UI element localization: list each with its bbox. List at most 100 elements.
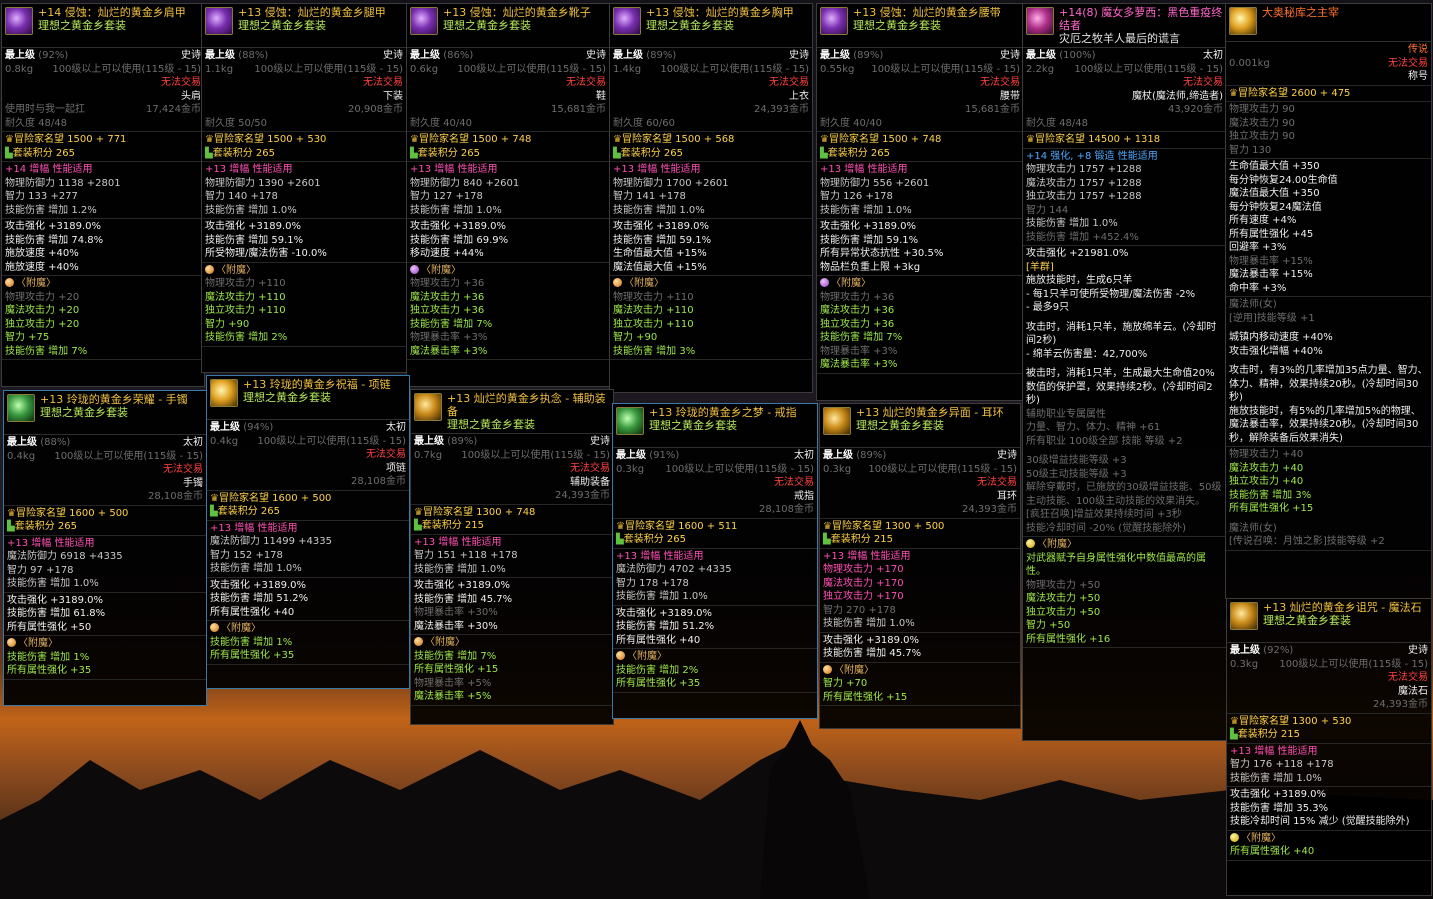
stat: 魔法攻击力 +40: [1229, 462, 1304, 474]
slot: 上衣: [789, 90, 809, 102]
stat: 魔法防御力 4702 +4335: [616, 564, 732, 575]
price: 28,108金币: [148, 491, 203, 502]
set-icon: ▙: [1230, 729, 1238, 740]
trade-status: 无法交易: [570, 463, 610, 474]
stat: 独立攻击力 +110: [205, 305, 286, 316]
stat: 所有属性强化 +35: [210, 650, 295, 661]
enchant-icon: [210, 623, 219, 632]
crown-icon: ♛: [410, 134, 419, 145]
stat: 魔法师(女): [1229, 299, 1277, 310]
stat: 所有属性强化 +16: [1026, 633, 1111, 645]
stat: 技能伤害 增加 69.9%: [410, 234, 509, 246]
item-name: +13 灿烂的黄金乡诅咒 - 魔法石: [1263, 601, 1422, 614]
enchant-icon: [1026, 539, 1035, 548]
belt-icon: [820, 7, 848, 35]
stat: 智力 141 +178: [613, 191, 686, 202]
slot: 项链: [386, 462, 406, 474]
level-req: 100级以上可以使用(115级 - 15): [52, 63, 201, 75]
item-card-necklace[interactable]: +13 玲珑的黄金乡祝福 - 项链 理想之黄金乡套装 最上级 (94%) 太初 0.…: [206, 375, 410, 689]
item-card-title[interactable]: 大奥秘库之主宰 传说 0.001kg 无法交易 称号 ♛冒险家名望 2600 + …: [1225, 3, 1432, 599]
stat: 技能伤害 增加 45.7%: [414, 593, 513, 605]
grade-pct: (89%): [447, 436, 478, 447]
item-card-support[interactable]: +13 灿烂的黄金乡执念 - 辅助装备 理想之黄金乡套装 最上级 (89%) 史诗 …: [410, 389, 614, 725]
renown: 冒险家名望 1500 + 530: [213, 134, 327, 145]
item-name: +14(8) 魔女多萝西：黑色重疫终结者: [1059, 6, 1223, 32]
rarity: 史诗: [586, 50, 606, 61]
stat: 物理攻击力 +110: [613, 291, 694, 303]
stat: 技能伤害 增加 1.0%: [410, 204, 502, 216]
grade: 最上级: [410, 50, 440, 61]
amp-line: +13 增幅 性能适用: [616, 550, 704, 562]
item-subtitle: 灾厄之牧羊人最后的谎言: [1059, 32, 1180, 45]
option: - 最多9只: [1026, 302, 1070, 313]
stat: 魔法防御力 11499 +4335: [210, 536, 332, 547]
grade-pct: (89%): [646, 50, 677, 61]
weight: 2.2kg: [1026, 63, 1055, 75]
note: 使用时与我一起扛: [5, 104, 85, 115]
enchant-title: 〈附魔〉: [1241, 832, 1281, 844]
item-card-earring[interactable]: +13 灿烂的黄金乡异面 - 耳环 理想之黄金乡套装 最上级 (89%) 史诗 0.…: [819, 403, 1021, 729]
item-card-legs[interactable]: +13 侵蚀：灿烂的黄金乡腿甲 理想之黄金乡套装 最上级 (88%) 史诗 1.1k…: [201, 3, 407, 373]
weight: 1.1kg: [205, 63, 234, 75]
stat: 对武器赋予自身属性强化中数值最高的属性。: [1026, 552, 1206, 578]
renown: 冒险家名望 2600 + 475: [1237, 87, 1351, 99]
grade-pct: (94%): [243, 422, 274, 433]
renown: 冒险家名望 1600 + 500: [218, 492, 332, 504]
stat: 攻击强化 +3189.0%: [414, 580, 511, 591]
stat: 物理暴击率 +3%: [820, 345, 898, 357]
set-icon: ▙: [410, 147, 418, 159]
set-icon: ▙: [823, 534, 831, 545]
stat: 魔法暴击率 +5%: [414, 691, 492, 702]
title-icon: [1229, 7, 1257, 35]
crown-icon: ♛: [205, 134, 214, 145]
durability: 耐久度 48/48: [1026, 117, 1088, 129]
crown-icon: ♛: [210, 492, 219, 504]
trade-status: 无法交易: [1388, 672, 1428, 683]
item-card-chest[interactable]: +13 侵蚀：灿烂的黄金乡胸甲 理想之黄金乡套装 最上级 (89%) 史诗 1.4k…: [609, 3, 813, 393]
stat: 命中率 +3%: [1229, 282, 1287, 294]
item-card-shoulder[interactable]: +14 侵蚀：灿烂的黄金乡肩甲 理想之黄金乡套装 最上级 (92%) 史诗 0.8…: [1, 3, 205, 387]
item-card-bracelet[interactable]: +13 玲珑的黄金乡荣耀 - 手镯 理想之黄金乡套装 最上级 (88%) 太初 0.…: [3, 390, 207, 706]
item-card-magic-stone[interactable]: +13 灿烂的黄金乡诅咒 - 魔法石 理想之黄金乡套装 最上级 (92%) 史诗 0…: [1226, 598, 1432, 896]
enchant-icon: [613, 278, 622, 287]
crown-icon: ♛: [5, 134, 14, 145]
rarity: 史诗: [383, 50, 403, 61]
weight: 0.6kg: [410, 63, 439, 75]
set-score: 套装积分 265: [14, 521, 77, 532]
item-card-shoes[interactable]: +13 侵蚀：灿烂的黄金乡靴子 理想之黄金乡套装 最上级 (86%) 史诗 0.6k…: [406, 3, 610, 387]
grade: 最上级: [1230, 645, 1260, 656]
stat: 智力 +90: [613, 332, 658, 343]
stat: 技能伤害 增加 1%: [210, 636, 293, 648]
option: [疯狂召唤]增益效果持续时间 +3秒: [1026, 509, 1182, 520]
stat: 独立攻击力 +110: [613, 318, 694, 330]
rarity: 史诗: [789, 50, 809, 61]
stat: 技能伤害 增加 59.1%: [820, 234, 919, 246]
set-score: 套装积分 265: [217, 506, 280, 517]
item-name: +14 侵蚀：灿烂的黄金乡肩甲: [38, 6, 186, 19]
slot: 魔杖(魔法师,缔造者): [1132, 90, 1223, 102]
stat: 智力 270 +178: [823, 604, 896, 616]
option: 50级主动技能等级 +3: [1026, 468, 1127, 480]
amp-line: +14 强化, +8 锻造 性能适用: [1026, 150, 1158, 162]
item-card-ring[interactable]: +13 玲珑的黄金乡之梦 - 戒指 理想之黄金乡套装 最上级 (91%) 太初 0.…: [612, 403, 818, 719]
stat: 物理防御力 840 +2601: [410, 177, 520, 189]
stat: 技能伤害 增加 1.0%: [823, 618, 915, 629]
amp-line: +13 增幅 性能适用: [414, 536, 502, 548]
stat: 技能伤害 增加 74.8%: [5, 234, 104, 246]
item-card-belt[interactable]: +13 侵蚀：灿烂的黄金乡腰带 理想之黄金乡套装 最上级 (89%) 史诗 0.55…: [816, 3, 1024, 401]
slot: 鞋: [596, 90, 606, 102]
durability: 耐久度 48/48: [5, 117, 67, 129]
amp-line: +13 增幅 性能适用: [820, 164, 908, 175]
item-card-weapon[interactable]: +14(8) 魔女多萝西：黑色重疫终结者 灾厄之牧羊人最后的谎言 最上级 (100…: [1022, 3, 1227, 741]
level-req: 100级以上可以使用(115级 - 15): [665, 463, 814, 475]
stat: 攻击强化增幅 +40%: [1229, 345, 1323, 357]
stat: 智力 +50: [1026, 620, 1071, 631]
price: 15,681金币: [551, 104, 606, 115]
shoes-icon: [410, 7, 438, 35]
stat: 物理攻击力 +20: [5, 291, 80, 303]
stat: 技能伤害 增加 1.0%: [1230, 772, 1322, 784]
option: 力量、智力、体力、精神 +61: [1026, 422, 1161, 433]
stat: 独立攻击力 +170: [823, 591, 904, 602]
stat: 所有属性强化 +40: [210, 606, 295, 618]
stat: 施放速度 +40%: [5, 248, 79, 259]
